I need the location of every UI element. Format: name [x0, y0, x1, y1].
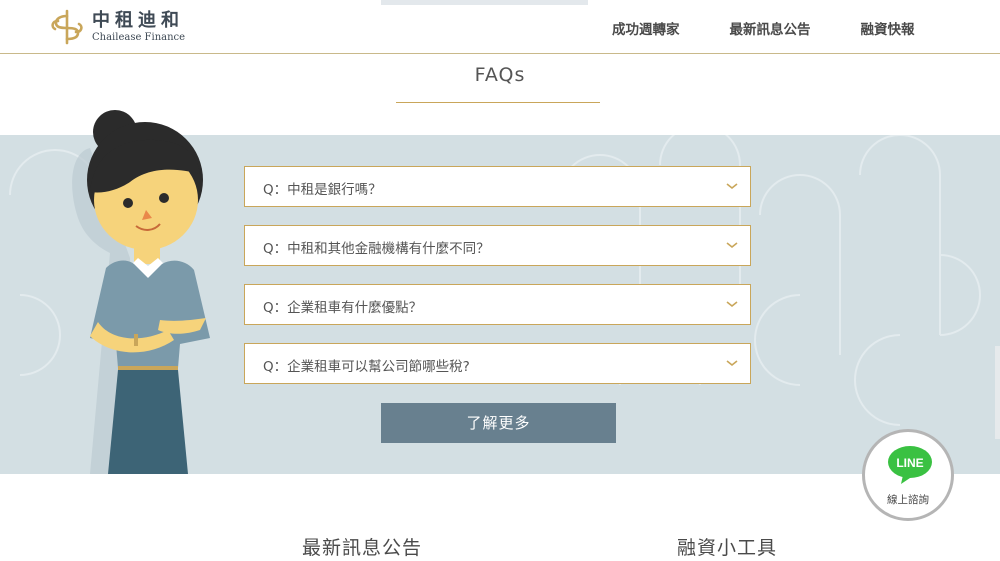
faq-title-underline — [396, 102, 600, 103]
chailease-logo-icon — [51, 9, 83, 45]
faq-item[interactable]: Q：企業租車有什麼優點？ — [244, 284, 751, 325]
logo-name-cn: 中租迪和 — [92, 9, 184, 31]
nav-item-financing-news[interactable]: 融資快報 — [861, 18, 915, 38]
faq-item[interactable]: Q：中租是銀行嗎？ — [244, 166, 751, 207]
faq-title: FAQs — [474, 64, 526, 86]
faq-item[interactable]: Q：中租和其他金融機構有什麼不同？ — [244, 225, 751, 266]
faq-question: Q：中租和其他金融機構有什麼不同？ — [263, 241, 490, 257]
line-logo-text: LINE — [896, 456, 923, 470]
section-title-financing-tools: 融資小工具 — [677, 537, 778, 559]
line-consult-button[interactable]: LINE 線上諮詢 — [862, 429, 954, 521]
section-title-latest-news: 最新訊息公告 — [302, 537, 423, 559]
faq-question: Q：中租是銀行嗎？ — [263, 182, 382, 198]
nav-item-success-stories[interactable]: 成功週轉家 — [612, 18, 680, 38]
site-header: 中租迪和 Chailease Finance 成功週轉家 最新訊息公告 融資快報 — [0, 0, 1000, 54]
header-active-strip — [381, 0, 588, 5]
learn-more-button[interactable]: 了解更多 — [381, 403, 616, 443]
line-chat-icon: LINE — [888, 446, 932, 484]
faq-question: Q：企業租車有什麼優點？ — [263, 300, 423, 316]
faq-question: Q：企業租車可以幫公司節哪些稅? — [263, 359, 470, 375]
chevron-down-icon — [726, 242, 738, 249]
nav-item-latest-news[interactable]: 最新訊息公告 — [730, 18, 811, 38]
logo[interactable]: 中租迪和 Chailease Finance — [48, 8, 185, 46]
line-consult-label: 線上諮詢 — [887, 494, 929, 506]
chevron-down-icon — [726, 360, 738, 367]
chevron-down-icon — [726, 183, 738, 190]
main-nav: 成功週轉家 最新訊息公告 融資快報 — [612, 18, 915, 38]
faq-item[interactable]: Q：企業租車可以幫公司節哪些稅? — [244, 343, 751, 384]
logo-name-en: Chailease Finance — [92, 31, 186, 43]
chevron-down-icon — [726, 301, 738, 308]
faq-woman-illustration — [72, 110, 210, 474]
side-scroll-indicator[interactable] — [995, 346, 1000, 439]
faq-list: Q：中租是銀行嗎？ Q：中租和其他金融機構有什麼不同？ Q：企業租車有什麼優點？… — [244, 166, 751, 402]
